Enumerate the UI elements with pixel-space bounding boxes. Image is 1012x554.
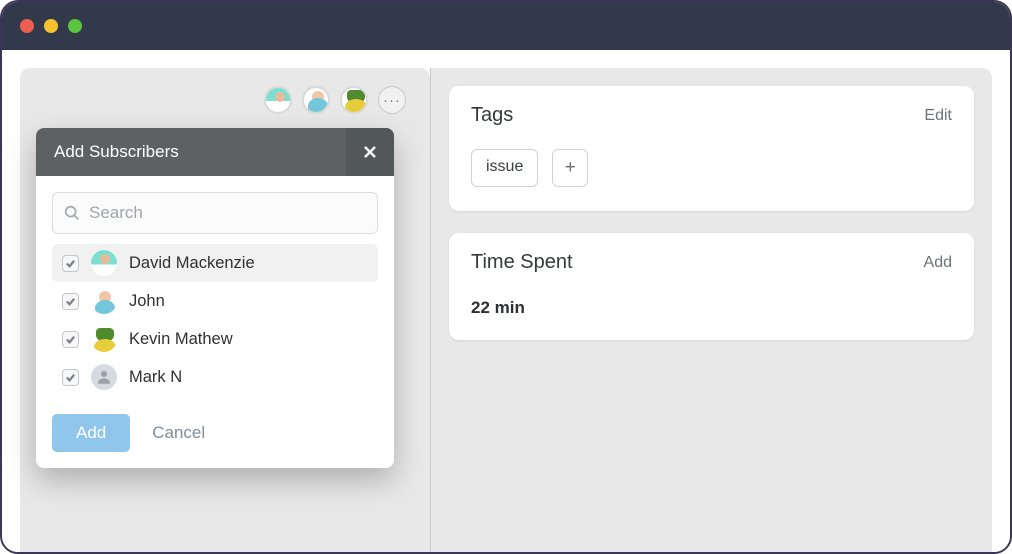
user-row[interactable]: Kevin Mathew [52, 320, 378, 358]
check-icon [65, 296, 76, 307]
check-icon [65, 372, 76, 383]
avatar[interactable] [264, 86, 292, 114]
time-add-link[interactable]: Add [924, 254, 952, 272]
user-name: Mark N [129, 368, 182, 387]
modal-body: David Mackenzie John Kevin Mathew Mark N Ad… [36, 176, 394, 468]
time-value: 22 min [449, 284, 974, 340]
time-title: Time Spent [471, 251, 573, 274]
window-close-dot[interactable] [20, 19, 34, 33]
check-icon [65, 258, 76, 269]
add-subscribers-modal: Add Subscribers David Mackenzie John Kevin… [36, 128, 394, 468]
close-icon [362, 144, 378, 160]
cancel-link[interactable]: Cancel [152, 423, 205, 443]
checkbox[interactable] [62, 369, 79, 386]
titlebar [2, 2, 1010, 50]
time-spent-card: Time Spent Add 22 min [449, 233, 974, 340]
subscribers-row: ··· [20, 86, 430, 114]
user-row[interactable]: David Mackenzie [52, 244, 378, 282]
user-list: David Mackenzie John Kevin Mathew Mark N [52, 242, 378, 396]
user-row[interactable]: Mark N [52, 358, 378, 396]
check-icon [65, 334, 76, 345]
add-button[interactable]: Add [52, 414, 130, 452]
user-name: David Mackenzie [129, 254, 255, 273]
left-panel: ··· Add Subscribers David Mackenzie John K… [20, 68, 430, 552]
checkbox[interactable] [62, 331, 79, 348]
app-window: ··· Add Subscribers David Mackenzie John K… [0, 0, 1012, 554]
avatar [91, 250, 117, 276]
window-minimize-dot[interactable] [44, 19, 58, 33]
user-name: Kevin Mathew [129, 330, 233, 349]
user-name: John [129, 292, 165, 311]
tags-title: Tags [471, 104, 513, 127]
avatar[interactable] [340, 86, 368, 114]
modal-title: Add Subscribers [36, 142, 179, 162]
modal-header: Add Subscribers [36, 128, 394, 176]
card-header: Time Spent Add [449, 233, 974, 284]
card-header: Tags Edit [449, 86, 974, 137]
checkbox[interactable] [62, 293, 79, 310]
checkbox[interactable] [62, 255, 79, 272]
tag-chip[interactable]: issue [471, 149, 538, 187]
avatar [91, 326, 117, 352]
tags-card: Tags Edit issue + [449, 86, 974, 211]
avatar[interactable] [302, 86, 330, 114]
search-field-wrap[interactable] [52, 192, 378, 234]
tags-body: issue + [449, 137, 974, 211]
avatar [91, 288, 117, 314]
window-zoom-dot[interactable] [68, 19, 82, 33]
user-row[interactable]: John [52, 282, 378, 320]
tags-edit-link[interactable]: Edit [924, 107, 952, 125]
content-area: ··· Add Subscribers David Mackenzie John K… [2, 50, 1010, 552]
modal-footer: Add Cancel [52, 396, 378, 452]
search-input[interactable] [89, 203, 367, 223]
search-icon [63, 204, 81, 222]
close-button[interactable] [346, 128, 394, 176]
add-tag-button[interactable]: + [552, 149, 588, 187]
more-button[interactable]: ··· [378, 86, 406, 114]
avatar [91, 364, 117, 390]
right-panel: Tags Edit issue + Time Spent Add 22 min [431, 68, 992, 552]
